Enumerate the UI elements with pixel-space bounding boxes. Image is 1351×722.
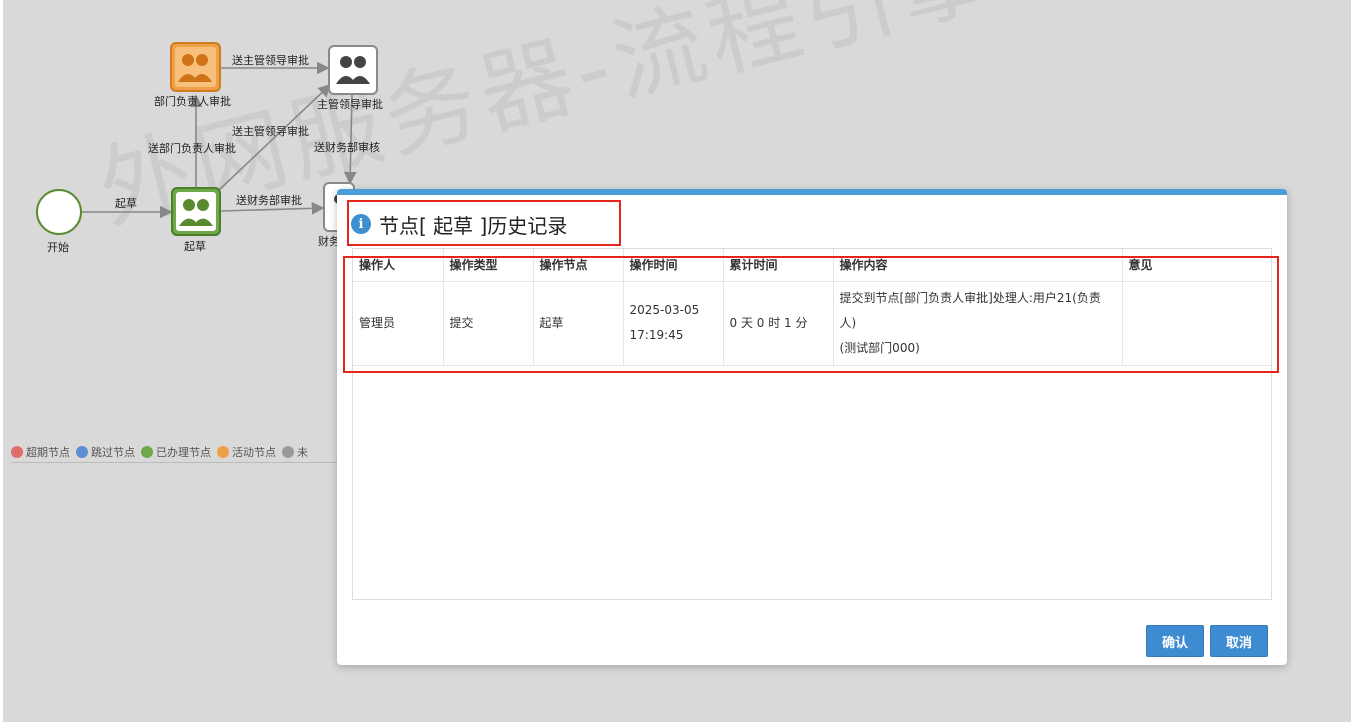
dialog-title: i 节点[ 起草 ]历史记录 — [351, 207, 567, 241]
column-header-operator: 操作人 — [353, 249, 444, 282]
legend-item-pending: 未 — [282, 444, 308, 460]
cancel-button[interactable]: 取消 — [1210, 625, 1269, 657]
legend-item-active: 活动节点 — [217, 444, 276, 460]
edge-label-draft-supervisor: 送主管领导审批 — [232, 124, 309, 138]
cell-node: 起草 — [533, 281, 624, 366]
column-header-type: 操作类型 — [443, 249, 534, 282]
dept-head-node-label: 部门负责人审批 — [154, 94, 231, 108]
column-header-time: 操作时间 — [623, 249, 724, 282]
cell-content-line2: (测试部门000) — [839, 340, 920, 355]
legend: 超期节点 跳过节点 已办理节点 活动节点 未 — [11, 444, 310, 460]
pending-dot-icon — [282, 446, 294, 458]
edge-label-draft-dept: 送部门负责人审批 — [148, 141, 236, 155]
overdue-dot-icon — [11, 446, 23, 458]
legend-item-overdue: 超期节点 — [11, 444, 70, 460]
column-header-opinion: 意见 — [1122, 249, 1271, 282]
edge-label-dept-supervisor: 送主管领导审批 — [232, 53, 309, 67]
legend-item-skipped: 跳过节点 — [76, 444, 135, 460]
cell-time: 2025-03-05 17:19:45 — [623, 281, 724, 366]
cell-operator: 管理员 — [353, 281, 444, 366]
edge-draft-finance — [220, 201, 325, 215]
cell-time-clock: 17:19:45 — [629, 328, 684, 342]
info-icon: i — [351, 214, 371, 234]
legend-divider — [11, 462, 341, 463]
dialog-title-text: 节点[ 起草 ]历史记录 — [379, 213, 568, 238]
cell-elapsed: 0 天 0 时 1 分 — [723, 281, 834, 366]
edge-label-supervisor-finance: 送财务部审核 — [314, 140, 380, 154]
active-dot-icon — [217, 446, 229, 458]
cell-content: 提交到节点[部门负责人审批]处理人:用户21(负责人) (测试部门000) — [833, 281, 1123, 366]
confirm-button[interactable]: 确认 — [1146, 625, 1205, 657]
edge-label-draft-finance: 送财务部审批 — [236, 193, 302, 207]
cell-content-line1: 提交到节点[部门负责人审批]处理人:用户21(负责人) — [839, 290, 1101, 330]
column-header-elapsed: 累计时间 — [723, 249, 834, 282]
done-dot-icon — [141, 446, 153, 458]
column-header-node: 操作节点 — [533, 249, 624, 282]
supervisor-node-label: 主管领导审批 — [317, 97, 383, 111]
history-dialog: i 节点[ 起草 ]历史记录 操作人 操作类型 操作节点 操作时间 累计时间 操… — [337, 189, 1287, 665]
legend-item-done: 已办理节点 — [141, 444, 211, 460]
draft-node[interactable] — [171, 187, 221, 236]
cell-type: 提交 — [443, 281, 534, 366]
cell-opinion — [1122, 281, 1271, 366]
skipped-dot-icon — [76, 446, 88, 458]
draft-node-label: 起草 — [184, 240, 206, 253]
supervisor-node[interactable] — [328, 45, 378, 95]
column-header-content: 操作内容 — [833, 249, 1123, 282]
start-node[interactable] — [36, 189, 82, 235]
dept-head-node[interactable] — [170, 42, 221, 92]
table-header-row: 操作人 操作类型 操作节点 操作时间 累计时间 操作内容 意见 — [353, 249, 1271, 282]
table-row[interactable]: 管理员 提交 起草 2025-03-05 17:19:45 0 天 0 时 1 … — [353, 281, 1271, 366]
history-table: 操作人 操作类型 操作节点 操作时间 累计时间 操作内容 意见 管理员 提交 起… — [352, 248, 1272, 600]
start-node-label: 开始 — [47, 240, 69, 254]
cell-time-date: 2025-03-05 — [629, 303, 700, 317]
edge-label-start-draft: 起草 — [115, 197, 137, 210]
